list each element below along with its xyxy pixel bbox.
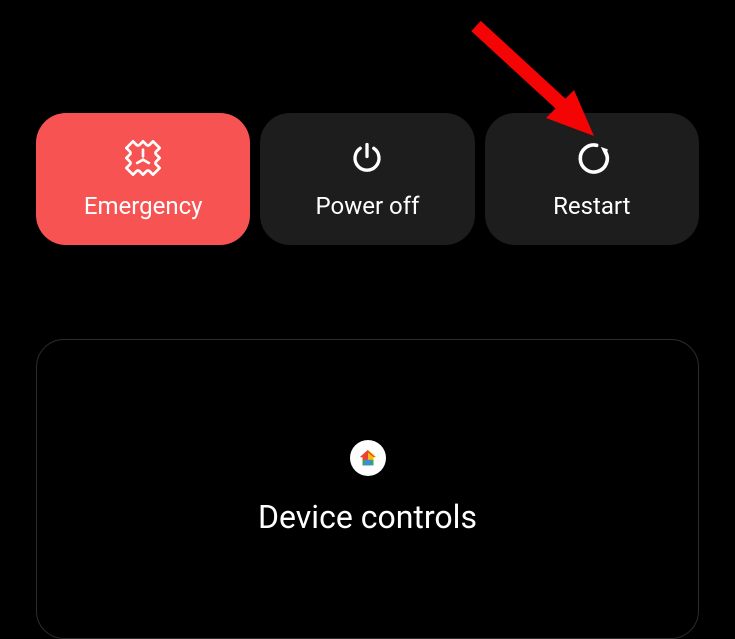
restart-icon: [574, 138, 610, 178]
power-off-button[interactable]: Power off: [260, 113, 474, 245]
device-controls-title: Device controls: [258, 498, 477, 536]
device-controls-panel[interactable]: Device controls: [36, 339, 699, 639]
emergency-icon: [123, 138, 163, 178]
power-off-label: Power off: [316, 192, 420, 220]
emergency-button[interactable]: Emergency: [36, 113, 250, 245]
restart-label: Restart: [553, 192, 630, 220]
emergency-label: Emergency: [84, 192, 203, 220]
power-icon: [349, 138, 385, 178]
restart-button[interactable]: Restart: [485, 113, 699, 245]
power-menu-row: Emergency Power off Restart: [0, 0, 735, 245]
google-home-icon: [350, 440, 386, 476]
